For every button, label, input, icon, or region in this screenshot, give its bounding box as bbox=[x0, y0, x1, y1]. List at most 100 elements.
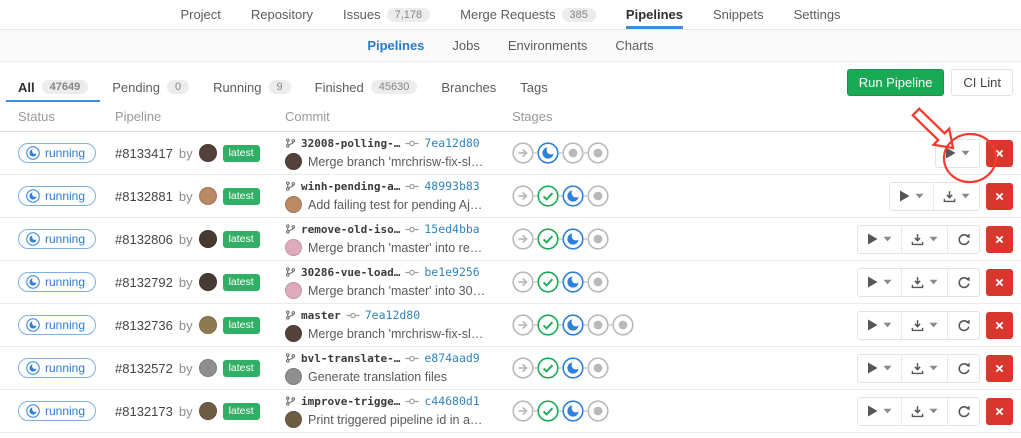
artifacts-dropdown-button[interactable] bbox=[901, 269, 947, 296]
stage-icon-created[interactable] bbox=[587, 400, 609, 422]
stage-icon-created[interactable] bbox=[587, 271, 609, 293]
pipeline-link[interactable]: #8132881 bbox=[115, 189, 173, 204]
play-dropdown-button[interactable] bbox=[858, 398, 901, 425]
subnav-item-charts[interactable]: Charts bbox=[615, 38, 653, 53]
stage-icon-success[interactable] bbox=[537, 228, 559, 250]
commit-message-link[interactable]: Generate translation files bbox=[308, 370, 447, 384]
commit-sha-link[interactable]: 48993b83 bbox=[424, 179, 479, 193]
cancel-pipeline-button[interactable] bbox=[986, 312, 1013, 339]
subnav-item-pipelines[interactable]: Pipelines bbox=[367, 38, 424, 53]
tab-finished[interactable]: Finished 45630 bbox=[303, 68, 430, 102]
play-dropdown-button[interactable] bbox=[858, 269, 901, 296]
user-avatar[interactable] bbox=[199, 316, 217, 334]
stage-icon-created[interactable] bbox=[587, 185, 609, 207]
cancel-pipeline-button[interactable] bbox=[986, 183, 1013, 210]
stage-icon-created[interactable] bbox=[587, 228, 609, 250]
stage-icon-running[interactable] bbox=[562, 185, 584, 207]
branch-link[interactable]: 30286-vue-load… bbox=[301, 266, 400, 279]
stage-icon-skipped[interactable] bbox=[512, 228, 534, 250]
stage-icon-success[interactable] bbox=[537, 271, 559, 293]
user-avatar[interactable] bbox=[199, 230, 217, 248]
play-dropdown-button[interactable] bbox=[936, 140, 979, 167]
play-dropdown-button[interactable] bbox=[858, 226, 901, 253]
commit-sha-link[interactable]: 15ed4bba bbox=[424, 222, 479, 236]
commit-author-avatar[interactable] bbox=[285, 411, 302, 428]
cancel-pipeline-button[interactable] bbox=[986, 398, 1013, 425]
user-avatar[interactable] bbox=[199, 144, 217, 162]
stage-icon-running[interactable] bbox=[562, 400, 584, 422]
commit-message-link[interactable]: Merge branch 'master' into re… bbox=[308, 241, 482, 255]
user-avatar[interactable] bbox=[199, 359, 217, 377]
stage-icon-skipped[interactable] bbox=[512, 314, 534, 336]
cancel-pipeline-button[interactable] bbox=[986, 269, 1013, 296]
nav-item-repository[interactable]: Repository bbox=[251, 0, 313, 29]
commit-message-link[interactable]: Merge branch 'mrchrisw-fix-sl… bbox=[308, 327, 483, 341]
retry-pipeline-button[interactable] bbox=[947, 355, 979, 382]
nav-item-settings[interactable]: Settings bbox=[794, 0, 841, 29]
user-avatar[interactable] bbox=[199, 273, 217, 291]
artifacts-dropdown-button[interactable] bbox=[901, 312, 947, 339]
status-badge-running[interactable]: running bbox=[18, 186, 96, 206]
subnav-item-environments[interactable]: Environments bbox=[508, 38, 587, 53]
artifacts-dropdown-button[interactable] bbox=[901, 226, 947, 253]
stage-icon-skipped[interactable] bbox=[512, 400, 534, 422]
commit-sha-link[interactable]: 7ea12d80 bbox=[365, 308, 420, 322]
pipeline-link[interactable]: #8132806 bbox=[115, 232, 173, 247]
tab-tags[interactable]: Tags bbox=[508, 68, 559, 102]
commit-sha-link[interactable]: c44680d1 bbox=[424, 394, 479, 408]
branch-link[interactable]: winh-pending-a… bbox=[301, 180, 400, 193]
branch-link[interactable]: bvl-translate-… bbox=[301, 352, 400, 365]
stage-icon-success[interactable] bbox=[537, 400, 559, 422]
subnav-item-jobs[interactable]: Jobs bbox=[452, 38, 479, 53]
stage-icon-success[interactable] bbox=[537, 314, 559, 336]
play-dropdown-button[interactable] bbox=[890, 183, 933, 210]
run-pipeline-button[interactable]: Run Pipeline bbox=[847, 69, 945, 96]
commit-sha-link[interactable]: be1e9256 bbox=[424, 265, 479, 279]
user-avatar[interactable] bbox=[199, 402, 217, 420]
stage-icon-running[interactable] bbox=[562, 314, 584, 336]
play-dropdown-button[interactable] bbox=[858, 355, 901, 382]
commit-author-avatar[interactable] bbox=[285, 196, 302, 213]
stage-icon-created[interactable] bbox=[587, 314, 609, 336]
play-dropdown-button[interactable] bbox=[858, 312, 901, 339]
commit-author-avatar[interactable] bbox=[285, 325, 302, 342]
cancel-pipeline-button[interactable] bbox=[986, 140, 1013, 167]
retry-pipeline-button[interactable] bbox=[947, 269, 979, 296]
status-badge-running[interactable]: running bbox=[18, 401, 96, 421]
pipeline-link[interactable]: #8132736 bbox=[115, 318, 173, 333]
commit-author-avatar[interactable] bbox=[285, 153, 302, 170]
user-avatar[interactable] bbox=[199, 187, 217, 205]
retry-pipeline-button[interactable] bbox=[947, 312, 979, 339]
artifacts-dropdown-button[interactable] bbox=[933, 183, 979, 210]
retry-pipeline-button[interactable] bbox=[947, 226, 979, 253]
branch-link[interactable]: improve-trigge… bbox=[301, 395, 400, 408]
pipeline-link[interactable]: #8132792 bbox=[115, 275, 173, 290]
stage-icon-running[interactable] bbox=[562, 357, 584, 379]
stage-icon-skipped[interactable] bbox=[512, 271, 534, 293]
stage-icon-success[interactable] bbox=[537, 185, 559, 207]
cancel-pipeline-button[interactable] bbox=[986, 355, 1013, 382]
ci-lint-button[interactable]: CI Lint bbox=[951, 69, 1013, 96]
branch-link[interactable]: 32008-polling-… bbox=[301, 137, 400, 150]
stage-icon-skipped[interactable] bbox=[512, 357, 534, 379]
stage-icon-skipped[interactable] bbox=[512, 142, 534, 164]
status-badge-running[interactable]: running bbox=[18, 315, 96, 335]
commit-message-link[interactable]: Merge branch 'master' into 30… bbox=[308, 284, 485, 298]
commit-author-avatar[interactable] bbox=[285, 239, 302, 256]
stage-icon-running[interactable] bbox=[562, 271, 584, 293]
status-badge-running[interactable]: running bbox=[18, 143, 96, 163]
commit-message-link[interactable]: Add failing test for pending Aj… bbox=[308, 198, 482, 212]
tab-all[interactable]: All 47649 bbox=[6, 68, 100, 102]
nav-item-snippets[interactable]: Snippets bbox=[713, 0, 764, 29]
branch-link[interactable]: remove-old-iso… bbox=[301, 223, 400, 236]
artifacts-dropdown-button[interactable] bbox=[901, 398, 947, 425]
nav-item-issues[interactable]: Issues 7,178 bbox=[343, 0, 430, 29]
tab-running[interactable]: Running 9 bbox=[201, 68, 303, 102]
pipeline-link[interactable]: #8132173 bbox=[115, 404, 173, 419]
commit-sha-link[interactable]: e874aad9 bbox=[424, 351, 479, 365]
stage-icon-skipped[interactable] bbox=[512, 185, 534, 207]
tab-branches[interactable]: Branches bbox=[429, 68, 508, 102]
status-badge-running[interactable]: running bbox=[18, 358, 96, 378]
stage-icon-created[interactable] bbox=[612, 314, 634, 336]
nav-item-pipelines[interactable]: Pipelines bbox=[626, 0, 683, 29]
